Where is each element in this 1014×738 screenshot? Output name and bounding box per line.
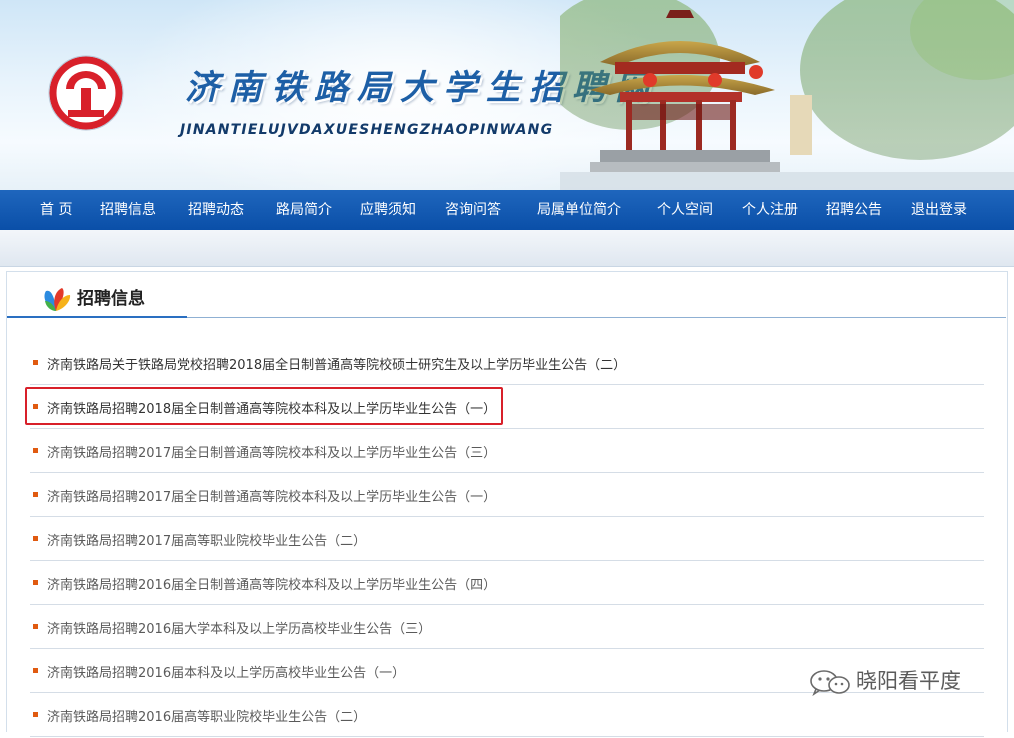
section-title: 招聘信息: [77, 289, 145, 309]
bullet-icon: [33, 624, 38, 629]
bullet-icon: [33, 360, 38, 365]
news-item: 济南铁路局招聘2016届大学本科及以上学历高校毕业生公告（三）: [30, 606, 984, 649]
pavilion-illustration: [560, 0, 1014, 190]
news-link[interactable]: 济南铁路局招聘2016届大学本科及以上学历高校毕业生公告（三）: [47, 618, 431, 637]
bullet-icon: [33, 448, 38, 453]
nav-register[interactable]: 个人注册: [742, 190, 798, 230]
watermark-text: 晓阳看平度: [856, 669, 961, 693]
site-subtitle: JINANTIELUJVDAXUESHENGZHAOPINWANG: [180, 122, 554, 138]
news-link[interactable]: 济南铁路局招聘2016届高等职业院校毕业生公告（二）: [47, 706, 366, 725]
sub-bar: [0, 230, 1014, 267]
railway-logo-icon: [48, 55, 124, 131]
nav-home[interactable]: 首 页: [40, 190, 72, 230]
nav-apply-notice[interactable]: 应聘须知: [360, 190, 416, 230]
colorful-butterfly-icon: [44, 288, 71, 311]
section-divider-accent: [7, 316, 187, 318]
bullet-icon: [33, 536, 38, 541]
nav-recruit-news[interactable]: 招聘动态: [188, 190, 244, 230]
news-link[interactable]: 济南铁路局招聘2017届高等职业院校毕业生公告（二）: [47, 530, 366, 549]
bullet-icon: [33, 580, 38, 585]
news-item: 济南铁路局招聘2017届高等职业院校毕业生公告（二）: [30, 518, 984, 561]
nav-faq[interactable]: 咨询问答: [445, 190, 501, 230]
nav-logout[interactable]: 退出登录: [911, 190, 967, 230]
bullet-icon: [33, 668, 38, 673]
news-item: 济南铁路局招聘2017届全日制普通高等院校本科及以上学历毕业生公告（一）: [30, 474, 984, 517]
news-item: 济南铁路局招聘2016届全日制普通高等院校本科及以上学历毕业生公告（四）: [30, 562, 984, 605]
news-link[interactable]: 济南铁路局招聘2016届全日制普通高等院校本科及以上学历毕业生公告（四）: [47, 574, 496, 593]
nav-personal-space[interactable]: 个人空间: [657, 190, 713, 230]
nav-announcements[interactable]: 招聘公告: [826, 190, 882, 230]
main-nav: 首 页 招聘信息 招聘动态 路局简介 应聘须知 咨询问答 局属单位简介 个人空间…: [0, 190, 1014, 230]
news-link[interactable]: 济南铁路局招聘2017届全日制普通高等院校本科及以上学历毕业生公告（一）: [47, 486, 496, 505]
news-item: 济南铁路局关于铁路局党校招聘2018届全日制普通高等院校硕士研究生及以上学历毕业…: [30, 342, 984, 385]
bullet-icon: [33, 492, 38, 497]
news-item: 济南铁路局招聘2017届全日制普通高等院校本科及以上学历毕业生公告（三）: [30, 430, 984, 473]
news-link[interactable]: 济南铁路局招聘2017届全日制普通高等院校本科及以上学历毕业生公告（三）: [47, 442, 496, 461]
wechat-icon: [810, 670, 850, 696]
nav-bureau-intro[interactable]: 路局简介: [276, 190, 332, 230]
news-link[interactable]: 济南铁路局关于铁路局党校招聘2018届全日制普通高等院校硕士研究生及以上学历毕业…: [47, 354, 626, 373]
watermark: 晓阳看平度: [808, 666, 988, 698]
bullet-icon: [33, 712, 38, 717]
header-banner: 济南铁路局大学生招聘网 JINANTIELUJVDAXUESHENGZHAOPI…: [0, 0, 1014, 190]
highlight-box: [25, 387, 503, 425]
section-header: 招聘信息: [6, 282, 1006, 318]
news-item: 济南铁路局招聘2016届高等职业院校毕业生公告（二）: [30, 694, 984, 737]
nav-recruit-info[interactable]: 招聘信息: [100, 190, 156, 230]
nav-units-intro[interactable]: 局属单位简介: [537, 190, 621, 230]
news-link[interactable]: 济南铁路局招聘2016届本科及以上学历高校毕业生公告（一）: [47, 662, 405, 681]
